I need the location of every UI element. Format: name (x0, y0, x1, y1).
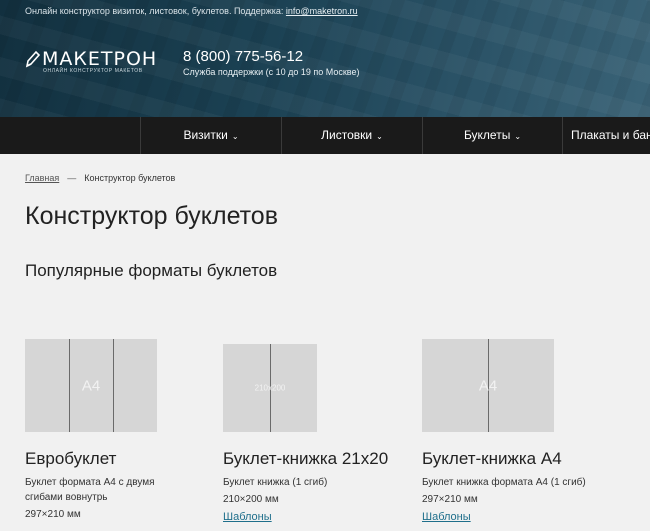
site-header: Онлайн конструктор визиток, листовок, бу… (0, 0, 650, 117)
product-card-booklet-21x20: 210x200 Буклет-книжка 21x20 Буклет книжк… (223, 339, 423, 531)
nav-item-label: Буклеты (463, 128, 511, 142)
phone-number[interactable]: 8 (800) 775-56-12 (183, 48, 303, 65)
site-logo[interactable]: МАКЕТРОН ОНЛАЙН КОНСТРУКТОР МАКЕТОВ (25, 48, 160, 80)
breadcrumb-home-link[interactable]: Главная (25, 173, 59, 183)
product-card-eurobooklet: А4 Евробуклет Буклет формата А4 с двумя … (25, 339, 225, 531)
format-thumbnail[interactable]: А4 (422, 339, 554, 432)
card-title[interactable]: Буклет-книжка 21x20 (223, 449, 388, 469)
chevron-down-icon: ⌄ (231, 132, 239, 141)
card-description: Буклет формата А4 с двумя сгибами вовнут… (25, 475, 155, 505)
format-thumbnail[interactable]: А4 (25, 339, 157, 432)
card-description-line: Буклет книжка (1 сгиб) (223, 477, 328, 488)
nav-item-vizitki[interactable]: Визитки ⌄ (140, 117, 281, 154)
chevron-down-icon: ⌄ (376, 132, 383, 141)
card-size: 297×210 мм (25, 509, 81, 520)
thumbnail-format-label: А4 (81, 377, 101, 394)
card-description-line: Буклет книжка формата А4 (1 сгиб) (422, 477, 586, 488)
pencil-icon (25, 50, 41, 68)
nav-item-buklety[interactable]: Буклеты ⌄ (422, 117, 562, 154)
product-card-booklet-a4: А4 Буклет-книжка А4 Буклет книжка формат… (422, 339, 622, 531)
format-thumbnail[interactable]: 210x200 (223, 344, 317, 432)
templates-link[interactable]: Шаблоны (223, 511, 272, 523)
main-nav: Визитки ⌄ Листовки ⌄ Буклеты ⌄ Плакаты и ба… (0, 117, 650, 154)
nav-item-plakaty[interactable]: Плакаты и бан (562, 117, 650, 154)
breadcrumb-separator: — (67, 173, 77, 183)
card-description: Буклет книжка формата А4 (1 сгиб) (422, 475, 586, 490)
page-title: Конструктор буклетов (25, 202, 278, 230)
card-description-line: Буклет формата А4 с двумя (25, 477, 155, 488)
logo-name: МАКЕТРОН (42, 48, 158, 70)
card-size: 297×210 мм (422, 494, 478, 505)
card-description: Буклет книжка (1 сгиб) (223, 475, 327, 490)
nav-item-label: Визитки (183, 128, 228, 142)
support-email-link[interactable]: info@maketron.ru (286, 6, 358, 16)
nav-item-listovki[interactable]: Листовки ⌄ (281, 117, 422, 154)
support-hours: Служба поддержки (с 10 до 19 по Москве) (183, 67, 360, 77)
section-title: Популярные форматы буклетов (25, 261, 278, 280)
nav-item-label: Плакаты и бан (571, 128, 650, 142)
card-title[interactable]: Буклет-книжка А4 (422, 449, 562, 469)
templates-link[interactable]: Шаблоны (422, 511, 471, 523)
chevron-down-icon: ⌄ (514, 132, 522, 141)
topline-text: Онлайн конструктор визиток, листовок, бу… (25, 6, 286, 16)
thumbnail-format-label: А4 (478, 377, 498, 394)
card-title[interactable]: Евробуклет (25, 449, 116, 469)
logo-tagline: ОНЛАЙН КОНСТРУКТОР МАКЕТОВ (43, 68, 143, 74)
breadcrumb-current: Конструктор буклетов (84, 173, 176, 183)
card-size: 210×200 мм (223, 494, 279, 505)
nav-item-label: Листовки (321, 128, 373, 142)
header-topline: Онлайн конструктор визиток, листовок, бу… (25, 6, 358, 16)
card-description-line: сгибами вовнутрь (25, 492, 108, 503)
breadcrumb: Главная — Конструктор буклетов (25, 173, 175, 183)
thumbnail-format-label: 210x200 (254, 383, 286, 393)
